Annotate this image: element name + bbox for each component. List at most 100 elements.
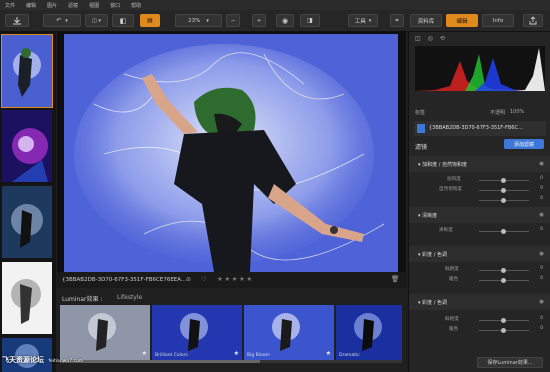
- favorite-star-icon[interactable]: ★: [142, 350, 147, 357]
- tab-info[interactable]: Info: [482, 14, 514, 27]
- watermark-text: 飞天资源论坛 feitianwu7.com: [2, 355, 83, 365]
- save-luminar-look-button[interactable]: 保存Luminar效果...: [477, 357, 543, 368]
- tab-library-label: 资料库: [417, 18, 435, 25]
- filter-section-color[interactable]: ▾ 彩度 / 色调 ◉: [409, 246, 550, 262]
- toolbar: ↶ ▾ ◫ ▾ ◧ ▤ 23% ▾ − + ◉ ◨ 工具 ▾ ⌗ 资料库 编辑 …: [0, 10, 550, 32]
- history-dropdown[interactable]: ↶ ▾: [43, 14, 81, 27]
- history-icon[interactable]: ⟲: [440, 35, 445, 42]
- section-title: ▾ 彩度 / 色调: [418, 251, 447, 258]
- image-layer-row[interactable]: {3BBAB2DB-3D70-67F3-351F-FB6C…: [414, 121, 546, 136]
- slider-value: 0: [540, 196, 543, 201]
- slider-handle[interactable]: [501, 318, 506, 323]
- menu-image[interactable]: 图片: [47, 2, 57, 9]
- slider-clarity[interactable]: 清晰度 0: [419, 227, 545, 235]
- filmstrip-thumb[interactable]: [2, 186, 52, 258]
- download-icon: [13, 17, 21, 25]
- eye-icon[interactable]: ◉: [539, 251, 544, 257]
- menu-file[interactable]: 文件: [5, 2, 15, 9]
- look-preset[interactable]: Dramatic: [336, 305, 402, 360]
- trash-icon[interactable]: 🗑: [391, 275, 399, 283]
- looks-scrollbar-thumb[interactable]: [60, 360, 260, 363]
- adjust-icon[interactable]: ◎: [428, 35, 433, 42]
- looks-label: Luminar效果 :: [62, 296, 103, 303]
- slider-handle[interactable]: [501, 229, 506, 234]
- favorite-star-icon[interactable]: ★: [326, 350, 331, 357]
- filmstrip-thumb[interactable]: [1, 34, 53, 108]
- tools-dropdown[interactable]: 工具 ▾: [348, 14, 378, 27]
- section-title: ▾ 清晰度: [418, 212, 438, 219]
- zoom-value: 23%: [188, 17, 201, 24]
- slider-warmth-2[interactable]: 暖色 0: [419, 326, 545, 334]
- slider-value: 0: [540, 227, 543, 232]
- filter-section-clarity[interactable]: ▾ 清晰度 ◉: [409, 207, 550, 223]
- looks-category-value: Lifestyle: [117, 294, 143, 301]
- thumbnail-image: [2, 110, 52, 182]
- look-name: Big Bloom: [247, 353, 270, 358]
- looks-category-dropdown[interactable]: Lifestyle: [117, 294, 142, 301]
- layers-icon[interactable]: ◫: [415, 35, 421, 42]
- slider-vividness[interactable]: 鲜艳度 0: [419, 266, 545, 274]
- filter-section-saturation[interactable]: ▾ 加和度 / 自然饱和度 ◉: [409, 156, 550, 172]
- right-panel: ◫ ◎ ⟲ 标签 不透明 100% {3BBAB2DB-3D70-67F3-35…: [408, 32, 550, 372]
- image-filename: {3BBAB2DB-3D70-67F3-351F-FB6CE76EEA…: [62, 277, 187, 283]
- look-preset[interactable]: Big Bloom ★: [244, 305, 334, 360]
- eye-icon[interactable]: ◉: [539, 299, 544, 305]
- plus-icon: +: [256, 17, 262, 24]
- crop-button[interactable]: ⌗: [390, 14, 404, 27]
- chevron-down-icon: ▾: [206, 17, 209, 24]
- slider-label: 清晰度: [439, 228, 453, 233]
- filmstrip-thumb[interactable]: [2, 262, 52, 334]
- histogram: [415, 46, 545, 91]
- main-photo[interactable]: [64, 34, 398, 272]
- slider-label: 加和度: [447, 177, 461, 182]
- presets-dropdown[interactable]: ◫ ▾: [85, 14, 108, 27]
- tab-edit[interactable]: 编辑: [446, 14, 478, 27]
- zoom-dropdown[interactable]: 23% ▾: [175, 14, 222, 27]
- filmstrip-toggle[interactable]: ▤: [140, 14, 160, 27]
- preview-button[interactable]: ◉: [276, 14, 294, 27]
- presets-icon: ◫ ▾: [92, 17, 101, 24]
- slider-handle[interactable]: [501, 198, 506, 203]
- favorite-star-icon[interactable]: ★: [234, 350, 239, 357]
- slider-handle[interactable]: [501, 188, 506, 193]
- menu-filter[interactable]: 滤镜: [68, 2, 78, 9]
- looks-scrollbar[interactable]: [60, 360, 402, 363]
- zoom-out-button[interactable]: −: [226, 14, 240, 27]
- slider-vibrance[interactable]: 自然饱和度 0: [419, 186, 545, 194]
- slider-saturation[interactable]: 加和度 0: [419, 176, 545, 184]
- menu-window[interactable]: 窗口: [110, 2, 120, 9]
- tab-library[interactable]: 资料库: [410, 14, 442, 27]
- opacity-value[interactable]: 100%: [510, 109, 524, 115]
- slider-handle[interactable]: [501, 328, 506, 333]
- slider-label: 自然饱和度: [439, 187, 462, 192]
- slider-handle[interactable]: [501, 268, 506, 273]
- eye-icon[interactable]: ◉: [539, 161, 544, 167]
- rating-stars[interactable]: ★★★★★: [217, 275, 254, 283]
- filmstrip-thumb[interactable]: [2, 110, 52, 182]
- menu-edit[interactable]: 编辑: [26, 2, 36, 9]
- filter-section-color-2[interactable]: ▾ 彩度 / 色调 ◉: [409, 294, 550, 310]
- menu-help[interactable]: 帮助: [131, 2, 141, 9]
- eye-icon[interactable]: ◉: [539, 212, 544, 218]
- compare-split-button[interactable]: ◨: [300, 14, 320, 27]
- slider-vividness-2[interactable]: 鲜艳度 0: [419, 316, 545, 324]
- open-button[interactable]: [5, 14, 29, 27]
- look-thumbnail: [336, 305, 402, 360]
- slider-handle[interactable]: [501, 178, 506, 183]
- compare-icon: ◧: [119, 16, 127, 25]
- look-preset[interactable]: Brilliant Colors ★: [152, 305, 242, 360]
- menu-bar: 文件 编辑 图片 滤镜 视图 窗口 帮助: [0, 0, 550, 10]
- compare-button[interactable]: ◧: [112, 14, 134, 27]
- heart-icon[interactable]: ♡: [201, 276, 206, 283]
- slider-third[interactable]: 0: [419, 196, 545, 204]
- look-preset[interactable]: ★: [60, 305, 150, 360]
- zoom-in-button[interactable]: +: [252, 14, 266, 27]
- flag-icon[interactable]: ⊘: [186, 276, 191, 283]
- menu-view[interactable]: 视图: [89, 2, 99, 9]
- export-button[interactable]: [523, 14, 543, 27]
- slider-warmth[interactable]: 暖色 0: [419, 276, 545, 284]
- watermark-title: 飞天资源论坛: [2, 356, 44, 364]
- slider-value: 0: [540, 176, 543, 181]
- add-filter-button[interactable]: 添加滤镜: [504, 139, 544, 149]
- slider-handle[interactable]: [501, 278, 506, 283]
